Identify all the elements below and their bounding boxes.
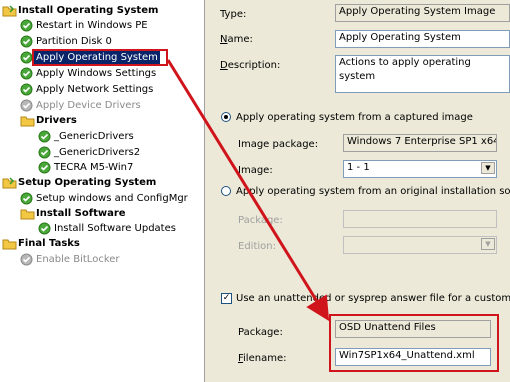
annotation-arrow — [166, 59, 330, 322]
